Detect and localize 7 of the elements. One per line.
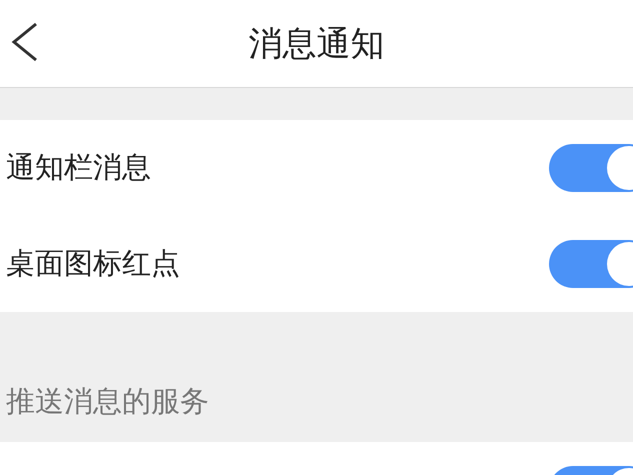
toggle-switch[interactable] [549, 144, 633, 192]
page-title: 消息通知 [248, 22, 384, 66]
back-icon[interactable] [10, 22, 40, 62]
setting-label: 桌面图标红点 [6, 245, 180, 282]
setting-label: 通知栏消息 [6, 149, 151, 186]
section-heading: 推送消息的服务 [6, 383, 209, 420]
toggle-switch[interactable] [549, 240, 633, 288]
